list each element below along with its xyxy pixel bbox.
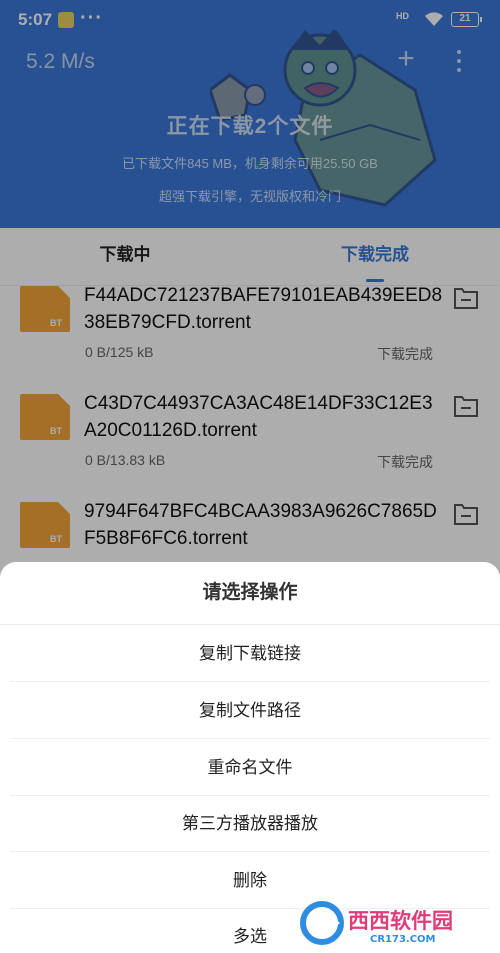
copy-download-link-button[interactable]: 复制下载链接 [10,626,490,682]
action-sheet: 请选择操作 复制下载链接 复制文件路径 重命名文件 第三方播放器播放 删除 多选 [0,562,500,953]
copy-file-path-button[interactable]: 复制文件路径 [10,683,490,739]
action-sheet-title: 请选择操作 [0,562,500,625]
rename-file-button[interactable]: 重命名文件 [10,740,490,796]
watermark-brand: 西西软件园 [348,909,453,933]
third-party-player-button[interactable]: 第三方播放器播放 [10,796,490,852]
site-watermark-logo: 西西软件园 CR173.COM [300,901,453,945]
watermark-domain: CR173.COM [370,934,436,945]
